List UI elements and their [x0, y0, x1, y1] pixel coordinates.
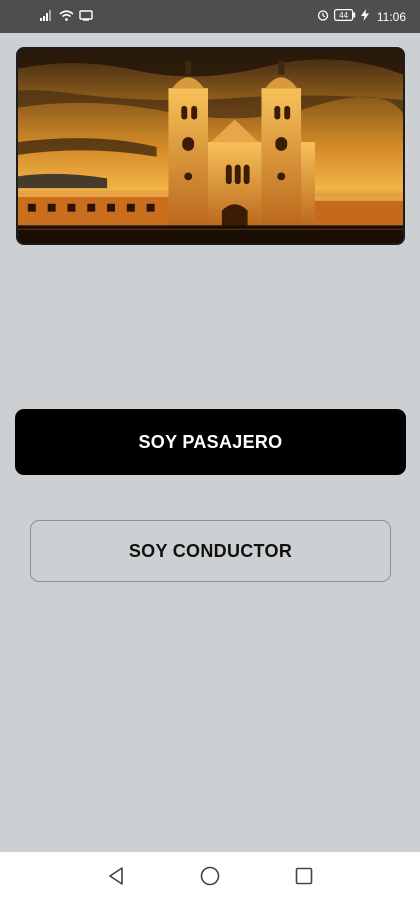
home-icon[interactable]	[198, 864, 222, 888]
alarm-icon	[317, 9, 329, 24]
status-time: 11:06	[376, 9, 406, 24]
battery-icon: 44	[333, 9, 356, 24]
navigation-bar	[0, 852, 420, 900]
driver-button[interactable]: SOY CONDUCTOR	[30, 520, 391, 582]
recents-icon[interactable]	[292, 864, 316, 888]
wifi-icon	[59, 9, 74, 24]
back-icon[interactable]	[104, 864, 128, 888]
cathedral-night-photo	[18, 49, 403, 243]
signal-icon	[40, 9, 54, 24]
status-bar: 44 11:06	[0, 0, 420, 33]
charging-icon	[360, 9, 369, 24]
app-screen: 44 11:06 SOY PASAJERO SOY CONDUCTOR	[0, 0, 420, 900]
status-right: 44 11:06	[317, 9, 406, 24]
battery-level: 44	[339, 11, 348, 20]
passenger-button[interactable]: SOY PASAJERO	[15, 409, 406, 475]
status-left	[40, 9, 93, 24]
cast-icon	[79, 9, 93, 24]
hero-image	[16, 47, 405, 245]
